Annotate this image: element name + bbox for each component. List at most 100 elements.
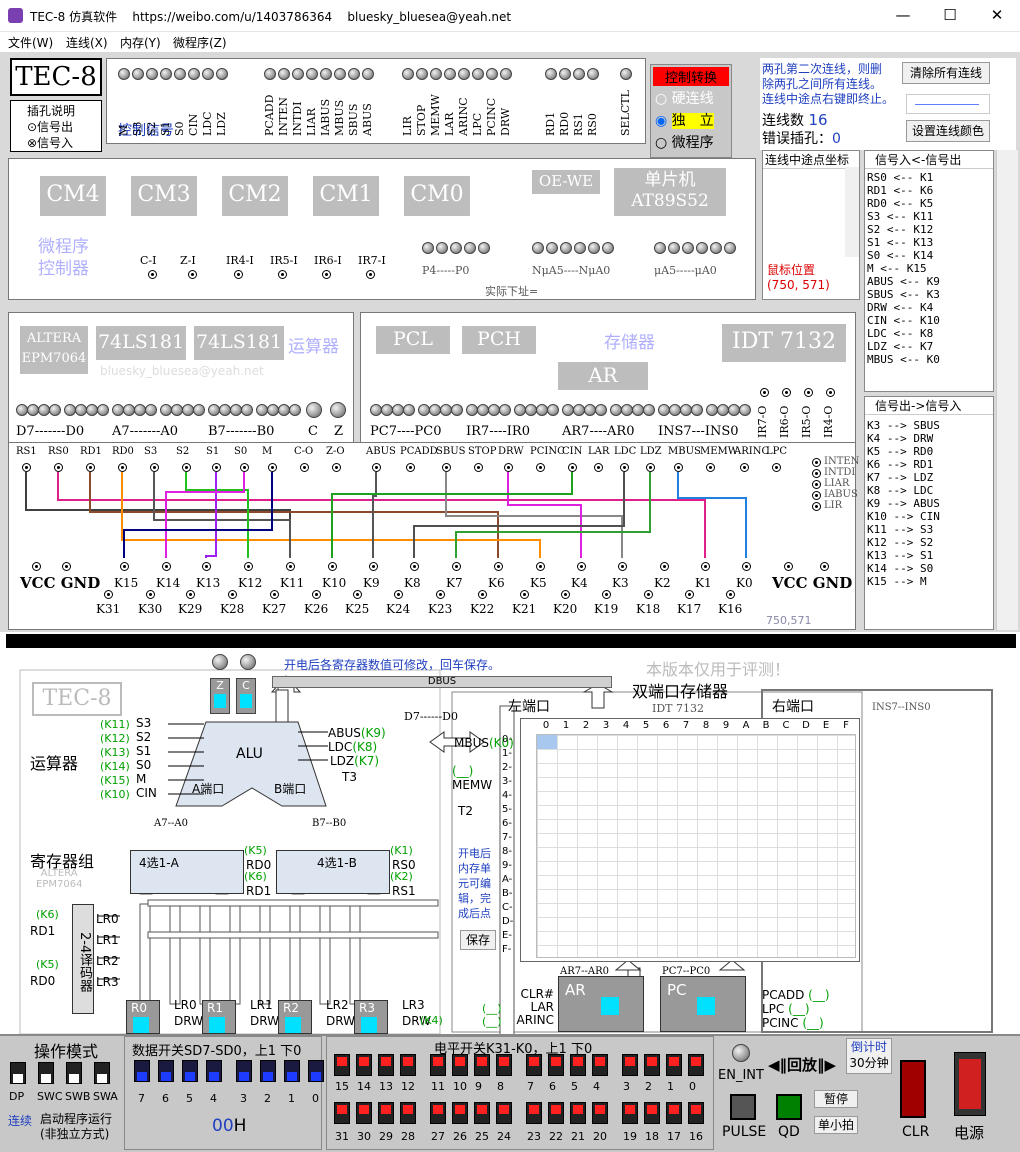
k-hole-low[interactable] — [312, 590, 321, 599]
signal-in-hole[interactable] — [706, 463, 715, 472]
level-switch-hi[interactable] — [688, 1102, 704, 1124]
level-switch-hi[interactable] — [496, 1102, 512, 1124]
signal-in-hole[interactable] — [740, 463, 749, 472]
intr-in-hole[interactable] — [812, 469, 821, 478]
power-switch[interactable] — [954, 1052, 986, 1116]
intr-hole[interactable] — [322, 270, 331, 279]
k-hole-low[interactable] — [104, 590, 113, 599]
signal-in-hole[interactable] — [300, 463, 309, 472]
signal-in-hole[interactable] — [594, 463, 603, 472]
signal-in-hole[interactable] — [674, 463, 683, 472]
level-switch-hi[interactable] — [570, 1102, 586, 1124]
level-switch[interactable] — [592, 1054, 608, 1076]
signal-in-hole[interactable] — [772, 463, 781, 472]
ir-out-hole[interactable] — [826, 388, 835, 397]
mem-cells[interactable] — [536, 734, 856, 958]
gnd-hole[interactable] — [820, 562, 829, 571]
k-hole[interactable] — [120, 562, 129, 571]
level-switch-hi[interactable] — [356, 1102, 372, 1124]
signal-in-hole[interactable] — [372, 463, 381, 472]
level-switch-hi[interactable] — [430, 1102, 446, 1124]
signal-in-hole[interactable] — [646, 463, 655, 472]
k-hole-low[interactable] — [685, 590, 694, 599]
signal-in-hole[interactable] — [442, 463, 451, 472]
level-switch-hi[interactable] — [622, 1102, 638, 1124]
level-switch[interactable] — [400, 1054, 416, 1076]
level-switch-hi[interactable] — [474, 1102, 490, 1124]
k-hole[interactable] — [369, 562, 378, 571]
single-step-button[interactable]: 单小拍 — [814, 1116, 858, 1134]
data-switch[interactable] — [158, 1060, 174, 1082]
intr-hole[interactable] — [278, 270, 287, 279]
signal-in-hole[interactable] — [240, 463, 249, 472]
wire[interactable] — [89, 472, 499, 558]
wire[interactable] — [372, 472, 377, 558]
level-switch[interactable] — [570, 1054, 586, 1076]
signal-in-hole[interactable] — [54, 463, 63, 472]
intr-in-hole[interactable] — [812, 458, 821, 467]
intr-in-hole[interactable] — [812, 502, 821, 511]
signal-in-hole[interactable] — [182, 463, 191, 472]
level-switch-hi[interactable] — [548, 1102, 564, 1124]
level-switch[interactable] — [452, 1054, 468, 1076]
k-hole[interactable] — [536, 562, 545, 571]
pause-button[interactable]: 暂停 — [814, 1090, 858, 1108]
data-switch[interactable] — [284, 1060, 300, 1082]
mem-cell-selected[interactable] — [537, 735, 557, 749]
k-hole-low[interactable] — [602, 590, 611, 599]
k-hole[interactable] — [660, 562, 669, 571]
signal-in-hole[interactable] — [536, 463, 545, 472]
k-hole[interactable] — [202, 562, 211, 571]
ir-out-hole[interactable] — [760, 388, 769, 397]
mode-switch-toggle[interactable] — [10, 1062, 26, 1084]
k-hole[interactable] — [244, 562, 253, 571]
ir-out-hole[interactable] — [804, 388, 813, 397]
clr-button[interactable] — [900, 1060, 926, 1118]
signal-in-hole[interactable] — [150, 463, 159, 472]
data-switch[interactable] — [236, 1060, 252, 1082]
k-hole-low[interactable] — [644, 590, 653, 599]
level-switch[interactable] — [622, 1054, 638, 1076]
data-switch[interactable] — [134, 1060, 150, 1082]
k-hole-low[interactable] — [520, 590, 529, 599]
level-switch-hi[interactable] — [378, 1102, 394, 1124]
level-switch-hi[interactable] — [644, 1102, 660, 1124]
wire[interactable] — [205, 472, 217, 558]
signal-in-hole[interactable] — [212, 463, 221, 472]
k-hole-low[interactable] — [353, 590, 362, 599]
intr-in-hole[interactable] — [812, 491, 821, 500]
level-switch-hi[interactable] — [666, 1102, 682, 1124]
k-hole-low[interactable] — [394, 590, 403, 599]
intr-hole[interactable] — [188, 270, 197, 279]
replay-control[interactable]: ◀‖回放‖▶ — [768, 1054, 836, 1075]
level-switch[interactable] — [474, 1054, 490, 1076]
wire[interactable] — [123, 472, 273, 558]
vcc-hole[interactable] — [32, 562, 41, 571]
data-switch[interactable] — [182, 1060, 198, 1082]
signal-in-hole[interactable] — [332, 463, 341, 472]
wire[interactable] — [677, 472, 747, 558]
k-hole[interactable] — [494, 562, 503, 571]
signal-in-hole[interactable] — [504, 463, 513, 472]
k-hole-low[interactable] — [270, 590, 279, 599]
level-switch-hi[interactable] — [334, 1102, 350, 1124]
save-button[interactable]: 保存 — [460, 930, 496, 950]
intr-hole[interactable] — [148, 270, 157, 279]
data-switch[interactable] — [206, 1060, 222, 1082]
level-switch-hi[interactable] — [526, 1102, 542, 1124]
k-hole-low[interactable] — [561, 590, 570, 599]
k-hole[interactable] — [286, 562, 295, 571]
pulse-button[interactable] — [730, 1094, 756, 1120]
level-switch[interactable] — [644, 1054, 660, 1076]
k-hole-low[interactable] — [726, 590, 735, 599]
level-switch[interactable] — [334, 1054, 350, 1076]
wire[interactable] — [445, 472, 623, 558]
k-hole[interactable] — [618, 562, 627, 571]
level-switch[interactable] — [378, 1054, 394, 1076]
qd-button[interactable] — [776, 1094, 802, 1120]
vcc-hole[interactable] — [784, 562, 793, 571]
signal-in-hole[interactable] — [620, 463, 629, 472]
level-switch[interactable] — [666, 1054, 682, 1076]
k-hole[interactable] — [328, 562, 337, 571]
level-switch-hi[interactable] — [400, 1102, 416, 1124]
